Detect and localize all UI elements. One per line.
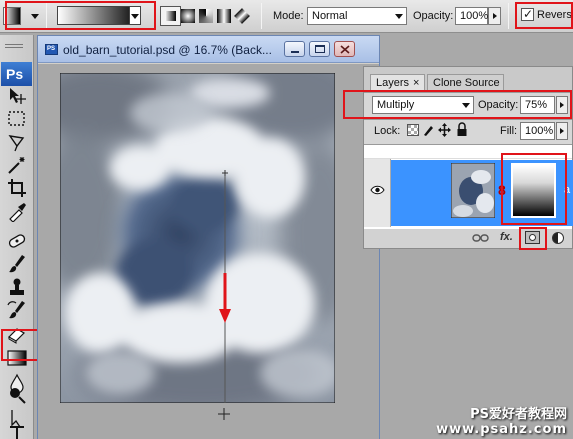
tab-close-icon[interactable]: × xyxy=(413,75,419,91)
panel-footer: fx. xyxy=(364,229,572,248)
lock-all-icon[interactable] xyxy=(456,122,468,137)
history-brush-tool-icon[interactable] xyxy=(5,299,29,321)
panel-divider xyxy=(364,119,572,120)
gradient-tool-icon[interactable] xyxy=(5,347,29,369)
angle-gradient-button[interactable] xyxy=(199,9,213,23)
marquee-tool-icon[interactable] xyxy=(5,108,29,130)
document-window: PS old_barn_tutorial.psd @ 16.7% (Back..… xyxy=(37,35,380,439)
layer-style-button[interactable]: fx. xyxy=(500,231,513,243)
minimize-icon xyxy=(291,51,299,53)
dodge-tool-icon[interactable] xyxy=(5,382,29,404)
lock-image-pixels-icon[interactable] xyxy=(422,123,435,137)
close-icon xyxy=(340,45,350,54)
document-title: old_barn_tutorial.psd @ 16.7% (Back... xyxy=(63,43,272,57)
watermark-line2: www.psahz.com xyxy=(436,422,567,437)
fill-value: 100% xyxy=(525,125,554,137)
close-button[interactable] xyxy=(334,41,355,57)
checkmark-icon: ✓ xyxy=(523,7,534,21)
link-layers-icon[interactable] xyxy=(472,233,489,243)
healing-brush-tool-icon[interactable] xyxy=(5,230,29,252)
chevron-down-icon xyxy=(131,14,139,19)
watermark: PS爱好者教程网 www.psahz.com xyxy=(436,407,567,437)
mask-link-icon[interactable]: 8 xyxy=(498,182,506,198)
maximize-button[interactable] xyxy=(309,41,330,57)
lasso-tool-icon[interactable] xyxy=(5,131,29,153)
document-ps-badge: PS xyxy=(47,46,56,52)
layer-mask-icon xyxy=(529,234,536,241)
blend-mode-value: Multiply xyxy=(377,99,415,111)
layer-thumbnail[interactable] xyxy=(451,163,495,218)
opacity-label: Opacity: xyxy=(413,10,454,22)
adjustment-layer-icon[interactable] xyxy=(552,232,564,244)
tab-layers[interactable]: Layers × xyxy=(370,74,425,92)
maximize-icon xyxy=(315,45,325,53)
document-title-bar[interactable]: PS old_barn_tutorial.psd @ 16.7% (Back..… xyxy=(38,36,379,63)
add-layer-mask-button[interactable] xyxy=(525,231,540,244)
diamond-gradient-button[interactable] xyxy=(234,8,250,24)
photoshop-window: Mode: Normal Opacity: 100% ✓ Reverse Ps xyxy=(0,0,573,439)
opacity-field[interactable]: 100% xyxy=(455,7,488,25)
type-tool-icon[interactable] xyxy=(5,422,29,439)
opacity-slider-button[interactable] xyxy=(488,7,501,25)
canvas-area[interactable] xyxy=(38,64,379,439)
ps-logo[interactable]: Ps xyxy=(1,62,32,86)
layer-opacity-value: 75% xyxy=(525,99,548,111)
layer-row-above[interactable] xyxy=(364,145,572,159)
lock-label: Lock: xyxy=(374,125,401,137)
layer-opacity-field[interactable]: 75% xyxy=(520,96,555,114)
lock-position-icon[interactable] xyxy=(438,123,451,137)
crosshair-cursor-icon xyxy=(218,408,230,420)
tool-preset-arrow-icon[interactable] xyxy=(31,14,39,19)
layer-row-selected[interactable]: 8 a xyxy=(391,160,573,226)
layer-opacity-slider-button[interactable] xyxy=(556,96,568,114)
mode-label: Mode: xyxy=(273,10,304,22)
canvas-image[interactable] xyxy=(60,73,335,403)
fill-slider-button[interactable] xyxy=(556,122,568,140)
fill-label: Fill: xyxy=(500,125,518,137)
crop-tool-icon[interactable] xyxy=(5,177,29,199)
eye-icon[interactable] xyxy=(370,185,385,195)
chevron-down-icon xyxy=(395,14,403,19)
watermark-line1: PS爱好者教程网 xyxy=(470,407,567,422)
clone-stamp-tool-icon[interactable] xyxy=(5,276,29,298)
fill-field[interactable]: 100% xyxy=(520,122,555,140)
brush-tool-icon[interactable] xyxy=(5,253,29,275)
tab-clone-source-label: Clone Source xyxy=(433,77,500,89)
layer-mask-thumbnail[interactable] xyxy=(511,163,556,218)
chevron-down-icon xyxy=(462,103,470,108)
opacity-value: 100% xyxy=(460,10,489,22)
magic-wand-tool-icon[interactable] xyxy=(5,154,29,176)
mode-value: Normal xyxy=(312,10,348,22)
mode-select[interactable]: Normal xyxy=(307,7,407,25)
linear-gradient-button[interactable] xyxy=(160,6,181,26)
tab-layers-label: Layers xyxy=(376,77,410,89)
ps-logo-text: Ps xyxy=(6,66,24,82)
gradient-picker-dropdown[interactable] xyxy=(129,6,141,25)
layer-name[interactable]: a xyxy=(564,184,570,196)
layer-opacity-label: Opacity: xyxy=(478,99,519,111)
reflected-gradient-button[interactable] xyxy=(217,9,231,23)
toolbox: Ps xyxy=(0,35,40,439)
reverse-label: Reverse xyxy=(537,9,573,21)
options-bar: Mode: Normal Opacity: 100% ✓ Reverse xyxy=(0,0,573,33)
eraser-tool-icon[interactable] xyxy=(5,322,29,344)
reverse-checkbox[interactable]: ✓ xyxy=(521,7,534,21)
document-ps-icon: PS xyxy=(45,44,58,55)
minimize-button[interactable] xyxy=(284,41,305,57)
tab-clone-source[interactable]: Clone Source xyxy=(427,74,504,92)
blend-mode-select[interactable]: Multiply xyxy=(372,96,474,114)
layers-panel: Layers × Clone Source Multiply Opacity: … xyxy=(343,66,573,250)
radial-gradient-button[interactable] xyxy=(181,9,195,23)
eyedropper-tool-icon[interactable] xyxy=(5,200,29,222)
tool-preset-picker[interactable] xyxy=(3,7,21,25)
toolbox-grip[interactable] xyxy=(2,35,32,60)
move-tool-icon[interactable] xyxy=(5,85,29,107)
lock-transparent-pixels-icon[interactable] xyxy=(407,124,419,136)
